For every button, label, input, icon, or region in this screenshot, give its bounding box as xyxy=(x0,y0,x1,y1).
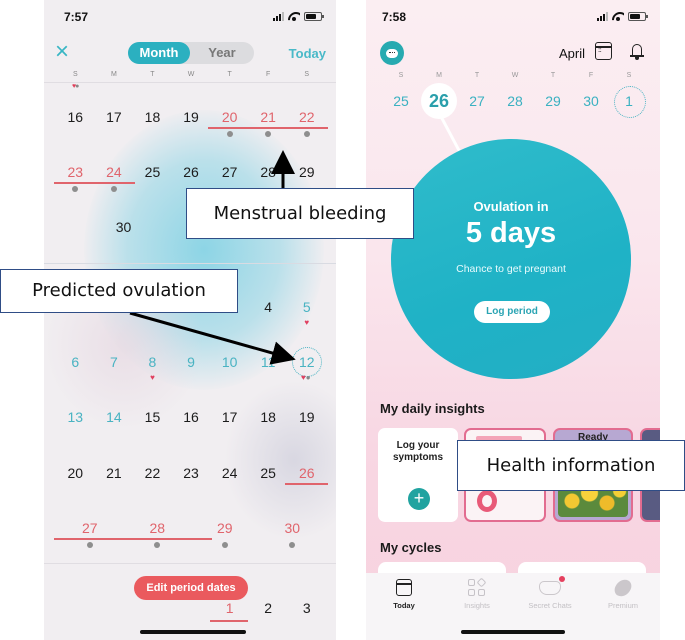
ovulation-day[interactable]: 1 xyxy=(610,86,648,118)
day-number: 25 xyxy=(393,93,409,109)
ovulation-arrow xyxy=(129,311,296,365)
week-day[interactable]: 25 xyxy=(382,88,420,114)
day-number: 29 xyxy=(545,93,561,109)
week-day[interactable]: 30 xyxy=(572,88,610,114)
day-number: 1 xyxy=(625,93,633,109)
week-day[interactable]: 29 xyxy=(534,88,572,114)
callout-predicted-ovulation: Predicted ovulation xyxy=(0,269,238,313)
selected-day[interactable]: 26 xyxy=(420,83,458,119)
day-number: 27 xyxy=(469,93,485,109)
day-number: 30 xyxy=(583,93,599,109)
callout-health-information: Health information xyxy=(457,440,685,491)
week-strip: 25 26 27 28 29 30 1 xyxy=(382,83,648,119)
week-day[interactable]: 27 xyxy=(458,88,496,114)
day-number: 26 xyxy=(428,91,450,111)
week-day[interactable]: 28 xyxy=(496,88,534,114)
day-number: 28 xyxy=(507,93,523,109)
callout-menstrual-bleeding: Menstrual bleeding xyxy=(186,188,414,239)
figure: 7:57 × Month Year Today SMTWTFS ♥● 16 17 1… xyxy=(0,0,685,640)
